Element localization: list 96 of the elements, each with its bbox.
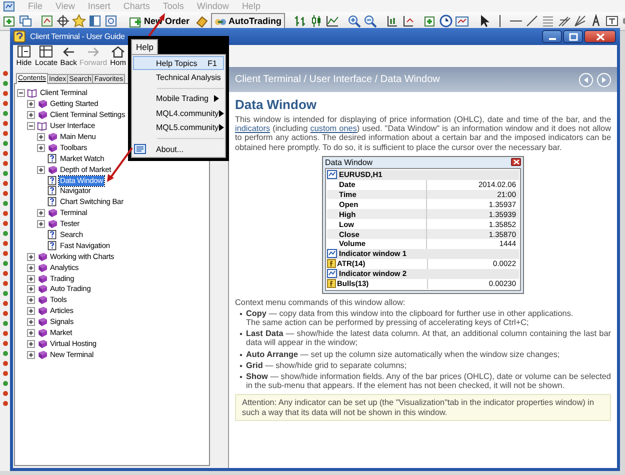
expand-icon[interactable]: [37, 166, 45, 174]
maximize-icon: [568, 32, 578, 40]
close-icon: [512, 159, 520, 166]
book-icon: [37, 317, 47, 328]
context-menu-intro: Context menu commands of this window allow:: [235, 298, 406, 307]
help-page-icon: [47, 186, 57, 196]
help-page-icon: [47, 154, 57, 164]
maximize-button[interactable]: [563, 30, 583, 43]
open-book-icon: [27, 88, 37, 98]
open-book-icon: [37, 121, 47, 132]
collapse-icon[interactable]: [17, 89, 25, 98]
link[interactable]: indicators: [235, 124, 270, 134]
window-icon[interactable]: [88, 14, 102, 28]
expand-icon[interactable]: [27, 100, 35, 108]
new-chart-icon[interactable]: [2, 14, 16, 28]
command-description: Auto Arrange — set up the column size automatically when the window size changes;: [246, 350, 561, 359]
book-icon: [47, 132, 57, 142]
book-icon: [37, 338, 47, 349]
page-heading: Data Window: [235, 97, 318, 112]
new-order-icon: [129, 14, 142, 28]
command-description: Show — show/hide information fields. Any of the bar prices (OHLC), date or volume can be selected in the sub-menu that appears. If the element has not been checked, it will not be shown.: [246, 372, 611, 390]
book-icon: [37, 262, 47, 273]
book-icon: [47, 142, 57, 153]
line-chart-icon[interactable]: [324, 14, 339, 28]
link[interactable]: custom ones: [310, 124, 357, 134]
expand-icon[interactable]: [27, 307, 35, 316]
left-triangle-icon: [582, 76, 590, 84]
close-button[interactable]: [584, 30, 616, 43]
menu-title[interactable]: Help: [131, 39, 158, 54]
command-note: The same action can be performed by pressing of accelerating keys of Ctrl+C;: [246, 318, 529, 328]
book-icon: [37, 274, 47, 284]
window-title: Data Window: [325, 158, 374, 167]
help-app-icon: [13, 30, 26, 43]
book-icon: [37, 328, 47, 338]
minimize-button[interactable]: [542, 30, 562, 43]
intro-paragraph: This window is intended for displaying of price information (OHLC), date and time of the bar, and the indicators (including custom ones) used. "Data Window" is an information window and it does not allow to perform any actions. The desired information about a certain bar and the imposed indicators can be obtained here promptly. To do so, it is sufficient to place the cursor over the necessary bar.: [235, 115, 611, 152]
help-page-icon: [47, 197, 57, 208]
app-icon: [3, 0, 15, 12]
home-icon: [111, 45, 126, 58]
forward-arrow-icon: [86, 45, 100, 58]
book-icon: [37, 99, 47, 110]
command-description: Copy — copy data from this window into the clipboard for further use in other applications.: [246, 308, 574, 318]
book-icon: [37, 284, 47, 294]
book-icon: [37, 350, 47, 360]
book-icon: [47, 164, 57, 175]
book-icon: [37, 306, 47, 316]
expand-icon[interactable]: [27, 329, 35, 338]
templates-icon[interactable]: [454, 14, 469, 28]
expand-icon[interactable]: [27, 252, 35, 261]
trendline-icon[interactable]: [524, 14, 539, 28]
book-icon: [37, 295, 47, 306]
expand-icon[interactable]: [27, 296, 35, 304]
back-arrow-icon: [62, 45, 76, 58]
command-description: Grid — show/hide grid to separate columns;: [246, 360, 408, 370]
expand-icon[interactable]: [27, 285, 35, 294]
about-icon: [134, 144, 146, 155]
expand-icon[interactable]: [27, 318, 35, 326]
menu-item[interactable]: Mobile Trading: [133, 92, 224, 106]
expand-icon[interactable]: [37, 144, 45, 152]
collapse-icon[interactable]: [27, 122, 35, 130]
menu-item[interactable]: Help Topics F1: [133, 56, 224, 70]
bar-chart-icon[interactable]: [292, 14, 307, 28]
expand-icon[interactable]: [27, 274, 35, 283]
help-page-icon: [47, 230, 57, 240]
window-title: Client Terminal - User Guide: [30, 32, 126, 41]
clock-icon[interactable]: [438, 14, 453, 28]
text-label-icon[interactable]: [604, 14, 619, 28]
command-description: Last Data — show/hide the latest data column. At that, an additional column containing the last bar data will appear in the window;: [246, 329, 611, 348]
toolbar-button[interactable]: AutoTrading: [210, 13, 285, 29]
profiles-icon[interactable]: [18, 14, 32, 28]
breadcrumb: Client Terminal / User Interface / Data Window: [235, 74, 441, 85]
crosshair-icon[interactable]: [56, 14, 70, 28]
book-icon: [47, 208, 57, 218]
menu-item[interactable]: MQL5.community: [133, 120, 224, 135]
expand-icon[interactable]: [37, 209, 45, 218]
right-triangle-icon: [600, 76, 608, 84]
indicator-icon: [327, 279, 336, 288]
close-icon: [596, 32, 604, 40]
menu-item[interactable]: About...: [133, 142, 224, 156]
book-icon: [47, 219, 57, 230]
menu-item[interactable]: MQL4.community: [133, 106, 224, 121]
attention-note: Attention: Any indicator can be set up (the "Visualization"tab in the indicator properties window) in such a way that its data will not be shown in this window.: [235, 394, 611, 421]
book-icon: [37, 252, 47, 262]
expand-icon[interactable]: [27, 264, 35, 272]
indicator-icon: [327, 259, 336, 268]
help-page-icon: [47, 240, 57, 251]
menu-item[interactable]: Technical Analysis: [133, 70, 224, 85]
help-page-icon: [47, 176, 57, 186]
expand-icon[interactable]: [27, 111, 35, 120]
expand-icon[interactable]: [37, 220, 45, 228]
book-icon: [37, 110, 47, 120]
close-button[interactable]: [511, 158, 521, 166]
expand-icon[interactable]: [37, 133, 45, 141]
zoom-out-icon[interactable]: [362, 14, 377, 28]
expand-icon[interactable]: [27, 340, 35, 348]
expand-icon[interactable]: [27, 350, 35, 359]
